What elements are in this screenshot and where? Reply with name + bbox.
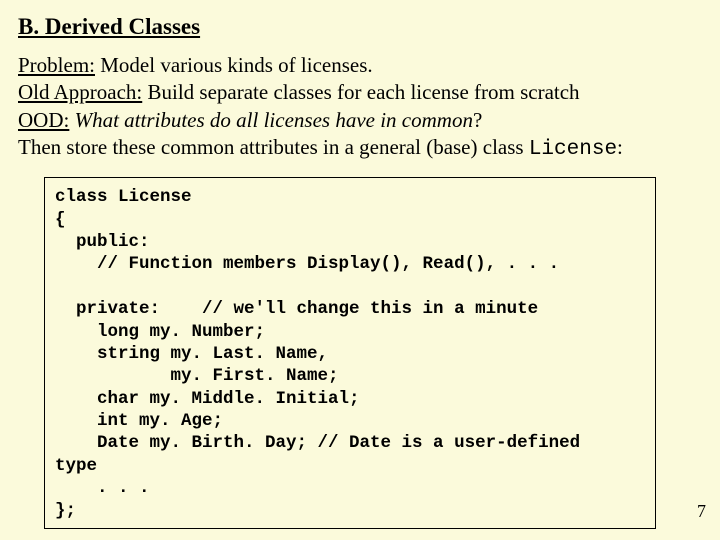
section-heading: B. Derived Classes xyxy=(18,14,702,40)
problem-text: Model various kinds of licenses. xyxy=(95,53,373,77)
problem-label: Problem: xyxy=(18,53,95,77)
code-box: class License { public: // Function memb… xyxy=(44,177,656,529)
then-store-line: Then store these common attributes in a … xyxy=(18,134,702,163)
problem-line: Problem: Model various kinds of licenses… xyxy=(18,52,702,79)
ood-label: OOD: xyxy=(18,108,69,132)
then-store-b: : xyxy=(617,135,623,159)
license-classname: License xyxy=(529,138,617,161)
page-number: 7 xyxy=(697,501,706,522)
old-approach-text: Build separate classes for each license … xyxy=(142,80,579,104)
ood-question: What attributes do all licenses have in … xyxy=(69,108,473,132)
old-approach-line: Old Approach: Build separate classes for… xyxy=(18,79,702,106)
then-store-a: Then store these common attributes in a … xyxy=(18,135,529,159)
code-listing: class License { public: // Function memb… xyxy=(55,186,645,522)
ood-qmark: ? xyxy=(473,108,482,132)
ood-line: OOD: What attributes do all licenses hav… xyxy=(18,107,702,134)
old-approach-label: Old Approach: xyxy=(18,80,142,104)
slide: B. Derived Classes Problem: Model variou… xyxy=(0,0,720,540)
